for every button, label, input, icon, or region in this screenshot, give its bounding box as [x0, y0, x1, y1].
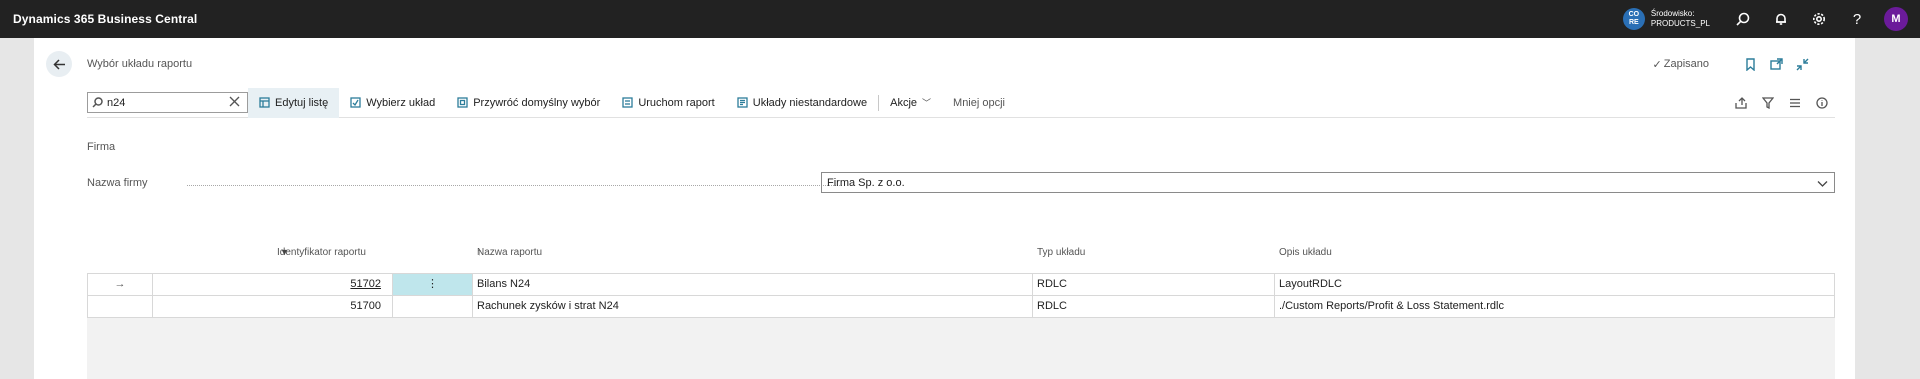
back-button[interactable] [46, 51, 72, 77]
row-marker [87, 296, 153, 317]
action-bar-tools [1727, 88, 1835, 118]
env-badge-text-1: CO [1628, 11, 1640, 18]
report-name-cell: Rachunek zysków i strat N24 [473, 296, 1033, 317]
environment-info[interactable]: Środowisko: PRODUCTS_PL [1651, 9, 1710, 29]
action-bar: Edytuj listę Wybierz układ Przywróć domy… [87, 87, 1835, 118]
filter-icon[interactable] [1754, 88, 1781, 118]
edit-list-icon [259, 97, 270, 108]
fewer-options-label: Mniej opcji [953, 96, 1005, 109]
company-name-label: Nazwa firmy [87, 177, 148, 189]
app-bar: Dynamics 365 Business Central CO RE Środ… [0, 0, 1920, 38]
right-gutter [1855, 38, 1920, 379]
arrow-left-icon [52, 58, 65, 70]
environment-name: PRODUCTS_PL [1650, 19, 1710, 28]
layout-description-cell: LayoutRDLC [1275, 274, 1835, 295]
section-title: Firma [87, 141, 116, 153]
gear-icon[interactable] [1800, 0, 1838, 38]
page-header-actions: ✓ Zapisano [1653, 54, 1815, 74]
column-label: Typ układu [1037, 247, 1086, 258]
edit-list-label: Edytuj listę [275, 96, 329, 109]
page-content: Wybór układu raportu ✓ Zapisano Edytuj l… [34, 38, 1855, 379]
environment-label: Środowisko: [1650, 9, 1695, 18]
company-name-select[interactable]: Firma Sp. z o.o. [821, 172, 1835, 193]
report-layout-table: → 51702 ⋮ Bilans N24 RDLC LayoutRDLC 517… [87, 273, 1835, 318]
fewer-options-button[interactable]: Mniej opcji [942, 88, 1016, 118]
chevron-down-icon: ﹀ [922, 98, 932, 108]
report-name-cell: Bilans N24 [473, 274, 1033, 295]
custom-layouts-button[interactable]: Układy niestandardowe [726, 88, 878, 118]
field-leader-dots [187, 185, 842, 186]
edit-list-button[interactable]: Edytuj listę [248, 87, 340, 118]
info-icon[interactable] [1808, 88, 1835, 118]
layout-type-cell: RDLC [1033, 274, 1275, 295]
search-box[interactable] [87, 92, 248, 113]
left-gutter [0, 38, 34, 379]
search-input[interactable] [107, 96, 217, 109]
select-layout-label: Wybierz układ [366, 96, 436, 109]
run-report-button[interactable]: Uruchom raport [611, 88, 725, 118]
close-icon[interactable] [229, 96, 241, 108]
saved-status: ✓ Zapisano [1653, 58, 1709, 71]
restore-default-label: Przywróć domyślny wybór [473, 96, 601, 109]
page-title: Wybór układu raportu [87, 58, 193, 70]
search-icon [92, 97, 103, 108]
table-empty-area [87, 318, 1835, 379]
env-badge-text-2: RE [1629, 19, 1639, 26]
layout-description-cell: ./Custom Reports/Profit & Loss Statement… [1275, 296, 1835, 317]
app-bar-actions: CO RE Środowisko: PRODUCTS_PL ? M [1622, 0, 1920, 38]
table-row[interactable]: → 51702 ⋮ Bilans N24 RDLC LayoutRDLC [87, 274, 1835, 296]
custom-layouts-icon [737, 97, 748, 108]
avatar[interactable]: M [1884, 7, 1908, 31]
restore-default-icon [457, 97, 468, 108]
restore-default-button[interactable]: Przywróć domyślny wybór [446, 88, 611, 118]
report-id-cell: 51700 [153, 296, 393, 317]
report-id-link[interactable]: 51702 [350, 278, 381, 290]
app-title[interactable]: Dynamics 365 Business Central [13, 12, 197, 26]
table-header: Identyfikator raportu ▼ Nazwa raportu ↑ T… [87, 247, 1835, 261]
chevron-down-icon [1817, 181, 1828, 187]
actions-menu-label: Akcje [890, 96, 918, 109]
report-id-cell: 51702 [153, 274, 393, 295]
share-icon[interactable] [1727, 88, 1754, 118]
saved-label: Zapisano [1663, 58, 1709, 70]
column-label: Opis układu [1279, 247, 1332, 258]
layout-type-cell: RDLC [1033, 296, 1275, 317]
actions-menu-button[interactable]: Akcje ﹀ [879, 88, 942, 118]
run-report-icon [622, 97, 633, 108]
select-layout-icon [350, 97, 361, 108]
help-icon[interactable]: ? [1838, 0, 1876, 38]
bookmark-icon[interactable] [1737, 54, 1763, 74]
environment-badge[interactable]: CO RE [1622, 8, 1645, 30]
custom-layouts-label: Układy niestandardowe [752, 96, 868, 109]
filter-icon: ▼ [280, 247, 289, 257]
run-report-label: Uruchom raport [638, 96, 715, 109]
help-glyph: ? [1852, 10, 1862, 28]
row-menu-cell[interactable] [393, 296, 473, 317]
table-row[interactable]: 51700 Rachunek zysków i strat N24 RDLC .… [87, 296, 1835, 318]
bell-icon[interactable] [1762, 0, 1800, 38]
sort-ascending-icon: ↑ [477, 247, 482, 258]
column-label: Identyfikator raportu [277, 247, 366, 258]
search-icon[interactable] [1724, 0, 1762, 38]
company-name-value: Firma Sp. z o.o. [827, 176, 905, 189]
row-marker-arrow-icon: → [87, 274, 153, 295]
row-menu-icon[interactable]: ⋮ [393, 274, 473, 295]
check-icon: ✓ [1652, 58, 1662, 71]
open-new-window-icon[interactable] [1763, 54, 1789, 74]
select-layout-button[interactable]: Wybierz układ [339, 88, 446, 118]
list-view-icon[interactable] [1781, 88, 1808, 118]
column-label: Nazwa raportu [477, 247, 543, 258]
collapse-icon[interactable] [1789, 54, 1815, 74]
